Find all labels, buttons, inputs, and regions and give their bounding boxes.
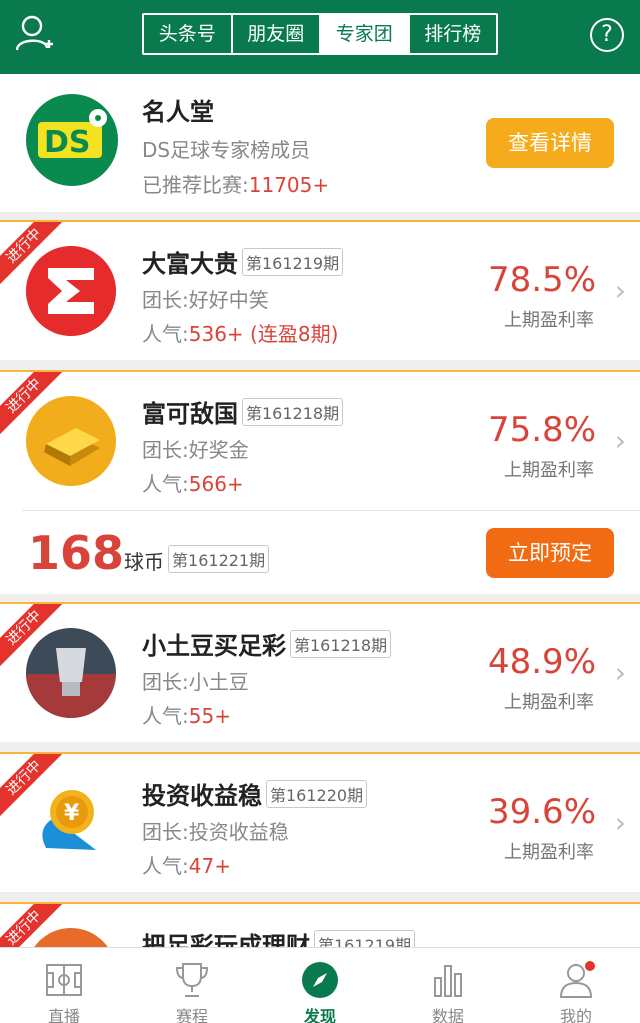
expert-popularity: 人气:55+ (142, 704, 231, 728)
user-icon (559, 961, 595, 998)
expert-leader: 团长:小土豆 (142, 670, 249, 694)
chevron-right-icon: › (614, 656, 626, 689)
profit-rate: 48.9% (487, 642, 596, 682)
chevron-right-icon: › (614, 806, 626, 839)
expert-name: 投资收益稳 第161220期 (142, 776, 368, 811)
expert-card-2[interactable]: 进行中 富可敌国 第161218期 团长:好奖金 人气:566+ 75.8% 上期… (0, 370, 640, 594)
expert-card-1[interactable]: 进行中 大富大贵 第161219期 团长:好好中笑 人气:536+ (连盈8期) … (0, 220, 640, 360)
period-badge: 第161220期 (266, 780, 368, 808)
tab-friends[interactable]: 朋友圈 (233, 15, 321, 53)
expert-popularity: 人气:536+ (连盈8期) (142, 322, 339, 346)
period-badge: 第161218期 (242, 398, 344, 426)
top-bar: 头条号 朋友圈 专家团 排行榜 ? (0, 0, 640, 74)
profit-rate-label: 上期盈利率 (504, 692, 594, 713)
offer-price: 168球币 第161221期 (28, 526, 270, 580)
hall-recommend: 已推荐比赛:11705+ (142, 173, 330, 197)
expert-name: 大富大贵 第161219期 (142, 244, 344, 279)
profit-rate-label: 上期盈利率 (504, 842, 594, 863)
expert-card-4[interactable]: 进行中 ¥ 投资收益稳 第161220期 团长:投资收益稳 人气:47+ 39.6… (0, 752, 640, 892)
profit-rate-label: 上期盈利率 (504, 460, 594, 481)
expert-popularity: 人气:47+ (142, 854, 231, 878)
tab-headline[interactable]: 头条号 (144, 15, 233, 53)
notification-dot (585, 961, 595, 971)
svg-text:¥: ¥ (64, 801, 80, 826)
hall-of-fame-card[interactable]: DS 名人堂 DS足球专家榜成员 已推荐比赛:11705+ 查看详情 (0, 74, 640, 212)
nav-schedule[interactable]: 赛程 (128, 948, 256, 1023)
expert-name: 富可敌国 第161218期 (142, 394, 344, 429)
expert-avatar (26, 628, 116, 718)
expert-avatar (26, 246, 116, 336)
profit-rate: 75.8% (487, 410, 596, 450)
compass-icon (302, 962, 338, 998)
expert-card-3[interactable]: 进行中 小土豆买足彩 第161218期 团长:小土豆 人气:55+ 48.9% 上… (0, 602, 640, 742)
nav-live[interactable]: 直播 (0, 948, 128, 1023)
view-details-button[interactable]: 查看详情 (486, 118, 614, 168)
expert-leader: 团长:投资收益稳 (142, 820, 289, 844)
reserve-now-button[interactable]: 立即预定 (486, 528, 614, 578)
bar-chart-icon (434, 965, 462, 997)
chevron-right-icon: › (614, 274, 626, 307)
profit-rate: 78.5% (487, 260, 596, 300)
ds-logo: DS (26, 94, 118, 186)
nav-discover[interactable]: 发现 (256, 948, 384, 1023)
tab-ranking[interactable]: 排行榜 (410, 15, 497, 53)
period-badge: 第161219期 (242, 248, 344, 276)
period-badge: 第161218期 (290, 630, 392, 658)
expert-popularity: 人气:566+ (142, 472, 244, 496)
expert-avatar (26, 396, 116, 486)
hall-title: 名人堂 (142, 98, 214, 126)
period-badge: 第161221期 (168, 545, 270, 573)
add-user-icon[interactable] (14, 12, 54, 56)
profit-rate: 39.6% (487, 792, 596, 832)
trophy-icon (175, 963, 209, 997)
question-circle-icon[interactable]: ? (590, 18, 624, 52)
soccer-field-icon (46, 964, 82, 996)
nav-data[interactable]: 数据 (384, 948, 512, 1023)
divider (22, 510, 640, 511)
svg-text:DS: DS (44, 125, 91, 160)
hall-subtitle: DS足球专家榜成员 (142, 138, 311, 162)
top-tabs: 头条号 朋友圈 专家团 排行榜 (142, 13, 498, 55)
profit-rate-label: 上期盈利率 (504, 310, 594, 331)
tab-experts[interactable]: 专家团 (321, 15, 410, 53)
nav-mine[interactable]: 我的 (512, 948, 640, 1023)
expert-avatar: ¥ (26, 778, 116, 868)
recommend-count: 11705+ (248, 173, 330, 197)
expert-name: 小土豆买足彩 第161218期 (142, 626, 392, 661)
expert-leader: 团长:好奖金 (142, 438, 249, 462)
bottom-nav: 直播 赛程 发现 数据 我的 (0, 947, 640, 1023)
chevron-right-icon: › (614, 424, 626, 457)
expert-leader: 团长:好好中笑 (142, 288, 269, 312)
